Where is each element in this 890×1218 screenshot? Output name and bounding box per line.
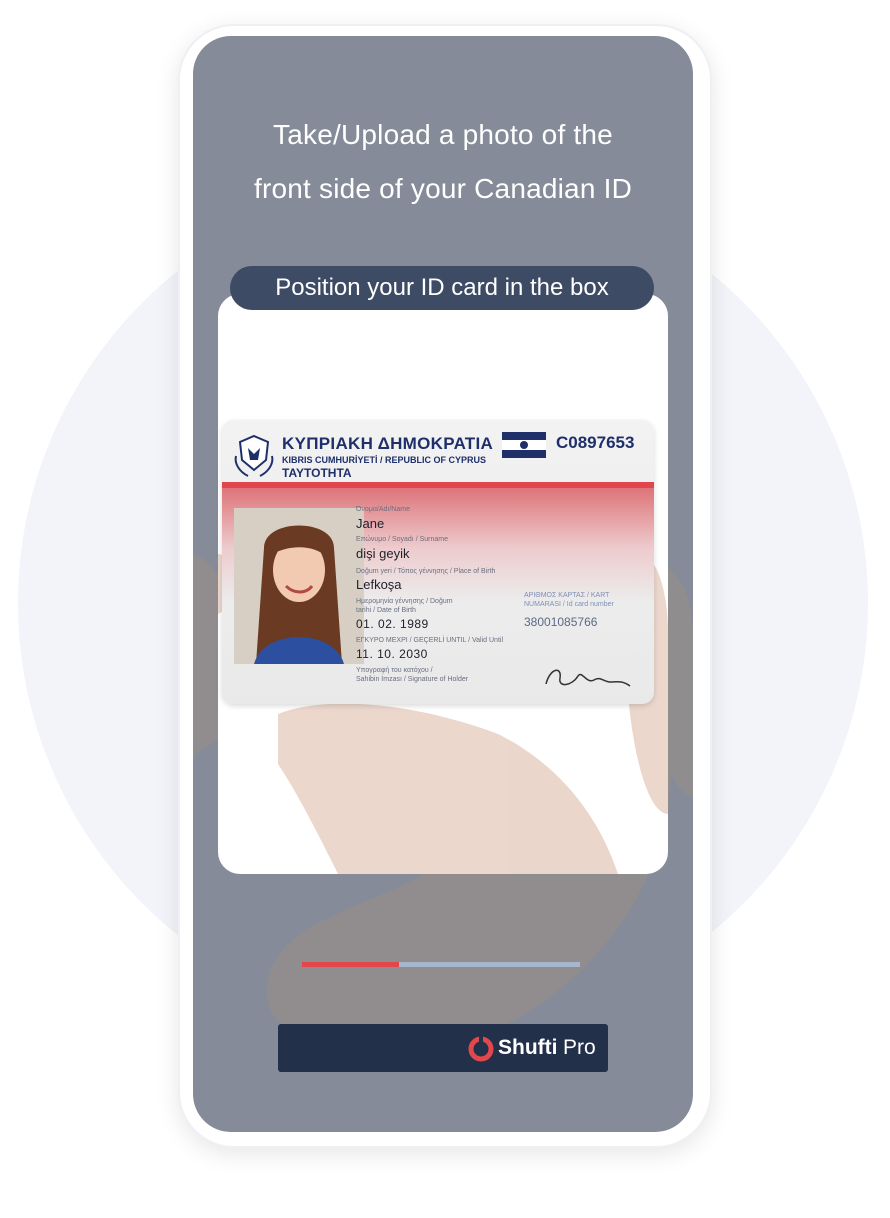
- card-doc-type: ΤΑΥΤΟΤΗΤΑ: [282, 466, 352, 480]
- brand-name: Shufti: [498, 1036, 558, 1059]
- valid-label: ΕΓΚΥΡΟ ΜΕΧΡΙ / GEÇERLİ UNTIL / Valid Unt…: [356, 637, 504, 644]
- card-title: ΚΥΠΡΙΑΚΗ ΔΗΜΟΚΡΑΤΙΑ: [282, 434, 494, 453]
- upload-progress-fill: [302, 962, 400, 967]
- phone-screen: Take/Upload a photo of the front side of…: [193, 36, 693, 1132]
- pob-label: Doğum yeri / Τόπος γέννησης / Place of B…: [356, 568, 496, 575]
- card-red-stripe: [222, 482, 654, 488]
- id-number-value: 38001085766: [524, 615, 598, 629]
- card-subtitle: KIBRIS CUMHURİYETİ / REPUBLIC OF CYPRUS: [282, 455, 487, 465]
- valid-value: 11. 10. 2030: [356, 647, 428, 661]
- flag-icon: [502, 432, 546, 458]
- instruction-heading: Take/Upload a photo of the front side of…: [193, 108, 693, 216]
- signature-label-2: Sahibin İmzası / Signature of Holder: [356, 676, 469, 683]
- id-number-label-1: ΑΡΙΘΜΟΣ ΚΑΡΤΑΣ / KART: [524, 592, 610, 599]
- brand-suffix: Pro: [563, 1036, 596, 1059]
- surname-label: Επώνυμο / Soyadı / Surname: [356, 536, 448, 543]
- id-card-sample: ΚΥΠΡΙΑΚΗ ΔΗΜΟΚΡΑΤΙΑ KIBRIS CUMHURİYETİ /…: [222, 420, 654, 704]
- upload-progress-bar: [302, 962, 580, 967]
- instruction-line-1: Take/Upload a photo of the: [273, 119, 613, 150]
- instruction-line-2: front side of your Canadian ID: [254, 173, 632, 204]
- signature-label-1: Υπογραφή του κατόχου /: [356, 667, 433, 674]
- dob-value: 01. 02. 1989: [356, 617, 429, 631]
- pob-value: Lefkoşa: [356, 577, 402, 592]
- dob-label-2: tarihi / Date of Birth: [356, 607, 416, 614]
- card-number: C0897653: [556, 433, 635, 452]
- brand-footer: Shufti Pro: [278, 1024, 608, 1072]
- surname-value: dişi geyik: [356, 546, 410, 561]
- coat-of-arms-icon: [234, 434, 274, 477]
- portrait-photo: [234, 508, 364, 664]
- name-label: Όνομα/Adı/Name: [356, 506, 410, 513]
- name-value: Jane: [356, 516, 385, 531]
- dob-label-1: Ημερομηνία γέννησης / Doğum: [356, 598, 453, 605]
- id-number-label-2: NUMARASI / Id card number: [524, 601, 614, 608]
- portrait-illustration: [234, 508, 364, 664]
- shufti-ring-icon: [468, 1036, 494, 1062]
- signature-mark: [545, 669, 631, 687]
- position-hint: Position your ID card in the box: [230, 266, 654, 310]
